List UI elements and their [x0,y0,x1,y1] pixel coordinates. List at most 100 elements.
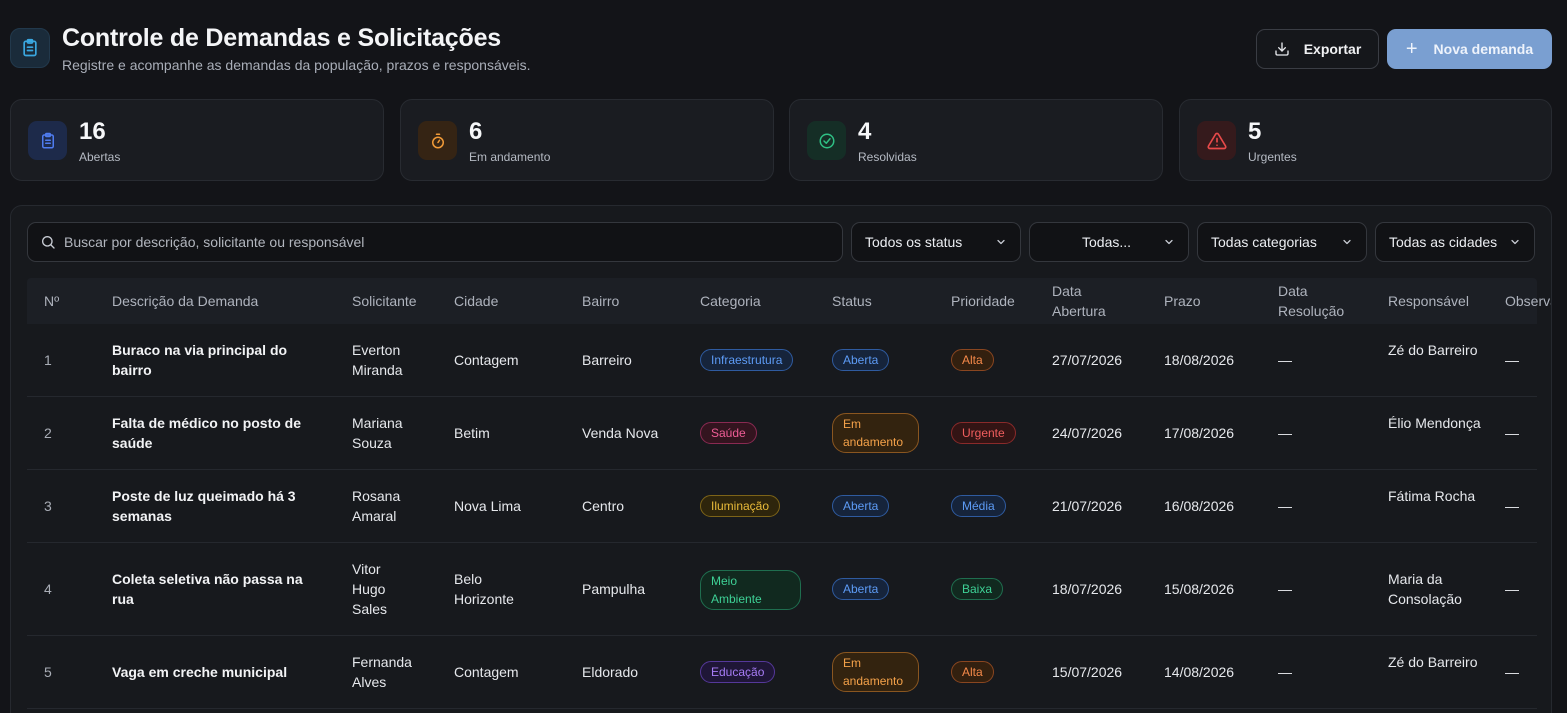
category-filter-select[interactable]: Todas categorias [1197,222,1367,262]
chevron-down-icon [997,239,1005,245]
stat-value: 16 [79,118,106,145]
col-header-cidade[interactable]: Cidade [454,291,498,311]
category-badge: Iluminação [700,495,781,517]
table-row[interactable]: 3 Poste de luz queimado há 3 semanas Ros… [27,470,1537,543]
row-data-abertura: 24/07/2026 [1052,425,1123,441]
stat-value: 4 [858,118,872,145]
chevron-down-icon [1165,239,1173,245]
col-header-bairro[interactable]: Bairro [582,291,619,311]
row-solicitante: Fernanda Alves [352,654,412,690]
stat-label: Resolvidas [858,150,917,164]
priority-badge: Alta [951,661,994,683]
city-filter-select[interactable]: Todas as cidades [1375,222,1535,262]
col-header-data-abertura[interactable]: Data Abertura [1052,281,1132,321]
search-input[interactable] [64,223,824,261]
row-observacoes: — [1505,498,1519,514]
col-header-data-resolucao[interactable]: Data Resolução [1278,281,1358,321]
export-button[interactable]: Exportar [1256,29,1379,69]
row-description: Vaga em creche municipal [112,664,288,680]
stat-label: Em andamento [469,150,551,164]
stat-label: Abertas [79,150,121,164]
col-header-responsavel[interactable]: Responsável [1388,291,1469,311]
priority-filter-value: Todas... [1082,234,1132,250]
col-header-solicitante[interactable]: Solicitante [352,291,417,311]
row-bairro: Venda Nova [582,425,659,441]
row-responsavel: Maria da Consolação [1388,571,1462,607]
col-header-n[interactable]: Nº [44,291,59,311]
row-data-abertura: 21/07/2026 [1052,498,1123,514]
row-responsavel: Zé do Barreiro [1388,654,1478,670]
priority-filter-select[interactable]: Todas... [1029,222,1189,262]
stat-card-urgentes: 5 Urgentes [1179,99,1552,181]
row-data-resolucao: — [1278,664,1292,680]
row-prazo: 14/08/2026 [1164,664,1235,680]
search-box [27,222,843,262]
clipboard-logo-icon [10,28,50,68]
timer-icon [418,121,457,160]
status-badge: Aberta [832,349,890,371]
row-cidade: Contagem [454,352,519,368]
table-header: Nº Descrição da Demanda Solicitante Cida… [27,278,1551,324]
page-subtitle: Registre e acompanhe as demandas da popu… [62,57,531,73]
row-description: Poste de luz queimado há 3 semanas [112,488,296,524]
table-row[interactable]: 2 Falta de médico no posto de saúde Mari… [27,397,1537,470]
row-description: Buraco na via principal do bairro [112,342,288,378]
table-row[interactable]: 5 Vaga em creche municipal Fernanda Alve… [27,636,1537,709]
table-row[interactable]: 1 Buraco na via principal do bairro Ever… [27,324,1537,397]
status-filter-select[interactable]: Todos os status [851,222,1021,262]
chevron-down-icon [1343,239,1351,245]
col-header-categoria[interactable]: Categoria [700,291,761,311]
stats-row: 16 Abertas 6 Em andamento 4 Resolvidas 5… [10,99,1552,181]
row-cidade: Belo Horizonte [454,571,514,607]
check-circle-icon [807,121,846,160]
row-data-abertura: 18/07/2026 [1052,581,1123,597]
category-badge: Saúde [700,422,757,444]
col-header-status[interactable]: Status [832,291,872,311]
row-bairro: Pampulha [582,581,646,597]
row-description: Falta de médico no posto de saúde [112,415,302,451]
row-data-abertura: 15/07/2026 [1052,664,1123,680]
row-data-resolucao: — [1278,498,1292,514]
row-responsavel: Élio Mendonça [1388,415,1481,431]
status-badge: Aberta [832,578,890,600]
row-number: 5 [44,664,52,680]
row-data-resolucao: — [1278,352,1292,368]
category-filter-value: Todas categorias [1211,234,1317,250]
row-bairro: Barreiro [582,352,632,368]
city-filter-value: Todas as cidades [1389,234,1498,250]
plus-icon: + [1405,38,1418,60]
row-solicitante: Rosana Amaral [352,488,401,524]
row-bairro: Centro [582,498,625,514]
row-description: Coleta seletiva não passa na rua [112,571,303,607]
new-demand-button[interactable]: + Nova demanda [1387,29,1552,69]
stat-value: 5 [1248,118,1262,145]
col-header-descricao[interactable]: Descrição da Demanda [112,291,258,311]
col-header-prioridade[interactable]: Prioridade [951,291,1015,311]
row-data-resolucao: — [1278,581,1292,597]
row-solicitante: Mariana Souza [352,415,403,451]
row-data-resolucao: — [1278,425,1292,441]
row-cidade: Contagem [454,664,519,680]
row-number: 1 [44,352,52,368]
row-observacoes: — [1505,581,1519,597]
new-demand-label: Nova demanda [1433,41,1534,57]
col-header-prazo[interactable]: Prazo [1164,291,1201,311]
row-prazo: 15/08/2026 [1164,581,1235,597]
row-prazo: 17/08/2026 [1164,425,1235,441]
export-label: Exportar [1303,41,1362,57]
status-badge: Em andamento [832,413,919,453]
status-badge: Em andamento [832,652,919,692]
row-prazo: 16/08/2026 [1164,498,1235,514]
priority-badge: Baixa [951,578,1004,600]
row-prazo: 18/08/2026 [1164,352,1235,368]
col-header-observacoes[interactable]: Observações [1505,291,1551,311]
row-solicitante: Vitor Hugo Sales [352,561,388,617]
search-icon [42,236,55,249]
table-row[interactable]: 4 Coleta seletiva não passa na rua Vitor… [27,543,1537,636]
row-observacoes: — [1505,664,1519,680]
page-title: Controle de Demandas e Solicitações [62,24,501,52]
priority-badge: Média [951,495,1006,517]
row-number: 3 [44,498,52,514]
stat-label: Urgentes [1248,150,1297,164]
download-icon [1275,42,1289,56]
